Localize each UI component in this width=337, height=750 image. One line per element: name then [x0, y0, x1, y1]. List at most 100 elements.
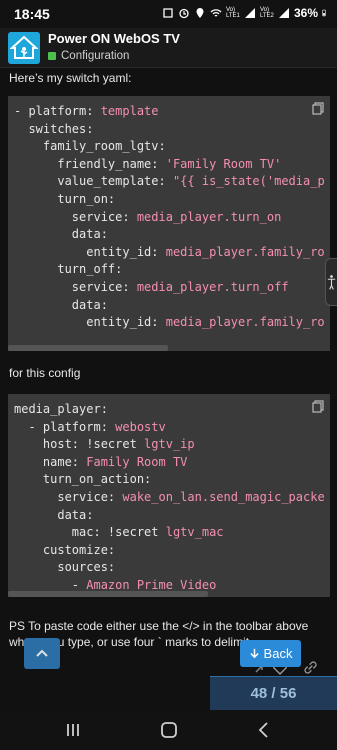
- code-line: mac: !secret lgtv_mac: [14, 524, 325, 542]
- post-content: Here’s my switch yaml: - platform: templ…: [0, 68, 337, 710]
- code-key: service:: [14, 209, 137, 224]
- accessibility-icon: [327, 275, 336, 290]
- code-value: Amazon Prime Video: [86, 577, 217, 592]
- code-key: entity_id:: [14, 315, 166, 330]
- code-lines-config: media_player: - platform: webostv host: …: [14, 401, 325, 595]
- battery-percent: 36%: [293, 6, 318, 20]
- code-line: value_template: "{{ is_state('media_p: [14, 173, 325, 191]
- code-key: name:: [14, 454, 87, 469]
- back-button[interactable]: Back: [240, 640, 301, 667]
- code-key: media_player:: [14, 402, 108, 416]
- code-line: service: media_player.turn_off: [14, 279, 325, 297]
- signal-1-icon: [244, 8, 255, 18]
- home-button[interactable]: [149, 718, 189, 742]
- notification-icon: [163, 8, 173, 18]
- category-color-dot: [48, 52, 56, 60]
- status-time: 18:45: [14, 6, 50, 22]
- signal-2-icon: [278, 8, 289, 18]
- recent-apps-button[interactable]: [53, 718, 93, 742]
- post-intro: Here’s my switch yaml:: [9, 71, 132, 85]
- status-bar: 18:45 Vo) LTE1 Vo) LTE2 36%: [0, 0, 337, 28]
- code-value: lgtv_mac: [165, 525, 224, 540]
- post-progress-indicator[interactable]: 48 / 56: [210, 676, 337, 710]
- code-value: media_player.turn_on: [136, 209, 282, 224]
- code-key: - platform:: [14, 104, 101, 118]
- post-middle: for this config: [9, 366, 81, 380]
- code-line: turn_on:: [14, 191, 325, 209]
- code-line: media_player:: [14, 401, 325, 419]
- code-key: sources:: [14, 560, 116, 575]
- code-line: data:: [14, 297, 325, 315]
- code-value: lgtv_ip: [144, 437, 195, 452]
- accessibility-side-tab[interactable]: [325, 258, 337, 306]
- code-key: data:: [14, 227, 108, 242]
- arrow-down-icon: [249, 648, 259, 659]
- code-line: turn_off:: [14, 261, 325, 279]
- code-value: template: [100, 104, 159, 118]
- code-key: host: !secret: [14, 437, 145, 452]
- wifi-icon: [210, 9, 222, 17]
- battery-icon: [322, 9, 326, 17]
- code-key: service:: [14, 489, 123, 504]
- house-icon: [9, 35, 39, 59]
- code-line: turn_on_action:: [14, 471, 325, 489]
- code-value: "{{ is_state('media_p: [172, 174, 325, 189]
- code-block-config: media_player: - platform: webostv host: …: [8, 394, 330, 597]
- code-value: media_player.family_ro: [165, 315, 325, 330]
- code-key: turn_on:: [14, 191, 116, 206]
- topic-title[interactable]: Power ON WebOS TV: [48, 31, 180, 46]
- code-line: switches:: [14, 121, 325, 139]
- horizontal-scrollbar[interactable]: [8, 591, 208, 597]
- category-label: Configuration: [61, 50, 130, 62]
- code-line: data:: [14, 507, 325, 525]
- alarm-icon: [179, 8, 189, 19]
- recent-apps-icon: [67, 724, 79, 736]
- code-value: 'Family Room TV': [165, 156, 282, 171]
- code-value: media_player.turn_off: [136, 279, 289, 294]
- category-badge[interactable]: Configuration: [48, 50, 129, 62]
- status-icons: Vo) LTE1 Vo) LTE2 36%: [162, 6, 329, 20]
- code-key: data:: [14, 507, 94, 522]
- code-key: - platform:: [14, 419, 116, 434]
- horizontal-scrollbar[interactable]: [8, 345, 168, 351]
- code-key: -: [14, 577, 87, 592]
- code-key: switches:: [14, 121, 94, 136]
- code-line: friendly_name: 'Family Room TV': [14, 156, 325, 174]
- code-key: friendly_name:: [14, 156, 166, 171]
- app-header: Power ON WebOS TV Configuration: [0, 28, 337, 68]
- code-line: entity_id: media_player.family_ro: [14, 314, 325, 332]
- code-value: webostv: [115, 419, 166, 434]
- code-lines-switch: - platform: template switches: family_ro…: [14, 103, 325, 332]
- scroll-up-button[interactable]: [24, 638, 60, 669]
- code-line: - platform: webostv: [14, 419, 325, 437]
- code-line: name: Family Room TV: [14, 454, 325, 472]
- network-2-label: Vo) LTE2: [259, 7, 274, 19]
- code-line: service: media_player.turn_on: [14, 209, 325, 227]
- code-key: service:: [14, 279, 137, 294]
- code-key: value_template:: [14, 174, 173, 189]
- code-key: family_room_lgtv:: [14, 139, 166, 154]
- code-value: wake_on_lan.send_magic_packe: [122, 489, 325, 504]
- back-chevron-icon: [258, 722, 268, 738]
- code-key: customize:: [14, 542, 116, 557]
- code-value: Family Room TV: [86, 454, 188, 469]
- code-line: customize:: [14, 542, 325, 560]
- code-key: data:: [14, 297, 108, 312]
- back-button-label: Back: [263, 646, 293, 661]
- back-nav-button[interactable]: [244, 718, 284, 742]
- code-key: entity_id:: [14, 244, 166, 259]
- code-value: media_player.family_ro: [165, 244, 325, 259]
- location-icon: [196, 8, 204, 18]
- code-line: entity_id: media_player.family_ro: [14, 244, 325, 262]
- code-line: data:: [14, 226, 325, 244]
- home-assistant-logo[interactable]: [8, 32, 40, 64]
- home-icon: [161, 722, 177, 738]
- code-line: host: !secret lgtv_ip: [14, 436, 325, 454]
- code-key: turn_off:: [14, 262, 123, 277]
- code-key: mac: !secret: [14, 525, 166, 540]
- code-key: turn_on_action:: [14, 472, 152, 487]
- copy-icon[interactable]: [310, 398, 326, 414]
- chevron-up-icon: [36, 649, 48, 657]
- copy-icon[interactable]: [310, 100, 326, 116]
- code-line: family_room_lgtv:: [14, 138, 325, 156]
